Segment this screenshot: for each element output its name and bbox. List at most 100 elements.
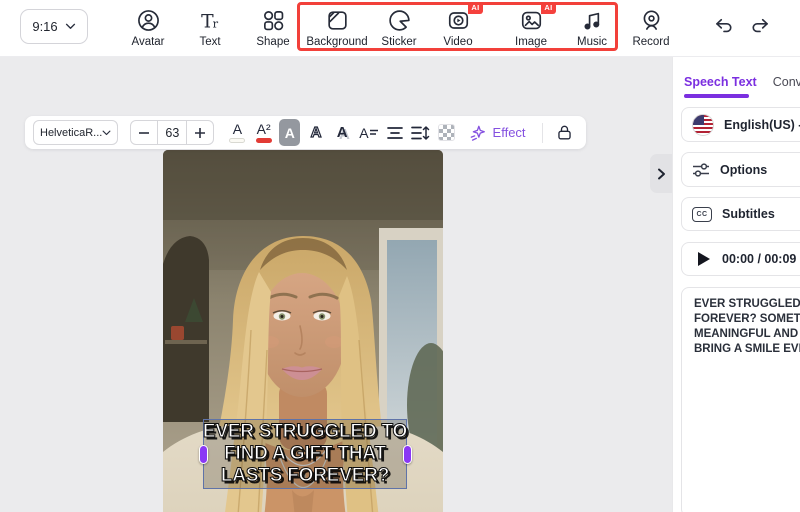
aspect-ratio-value: 9:16 (32, 19, 58, 34)
tool-avatar[interactable]: Avatar (120, 7, 176, 48)
font-color-icon: A (232, 121, 243, 138)
aspect-ratio-select[interactable]: 9:16 (20, 9, 88, 44)
spacing-lines-icon (369, 129, 378, 135)
tool-label: Music (576, 36, 608, 48)
editor-workspace: EVER STRUGGLED TO FIND A GIFT THAT LASTS… (0, 57, 672, 512)
selection-handle-right[interactable] (402, 444, 412, 464)
effect-label: Effect (492, 125, 526, 140)
tool-label: Shape (256, 36, 290, 48)
caption-text-element[interactable]: EVER STRUGGLED TO FIND A GIFT THAT LASTS… (198, 419, 412, 489)
subtitles-button[interactable]: CC Subtitles (681, 197, 800, 231)
subtitles-cc-icon: CC (692, 206, 712, 222)
font-family-select[interactable]: HelveticaR... (33, 120, 119, 145)
options-sliders-icon (693, 162, 709, 177)
tool-video[interactable]: AI Video (430, 2, 486, 48)
chevron-down-icon (65, 23, 75, 29)
audio-preview-player[interactable]: 00:00 / 00:09 (681, 242, 800, 276)
redo-button[interactable] (748, 17, 772, 39)
highlight-color-icon: A² (256, 121, 271, 138)
shape-icon (260, 7, 287, 34)
caption-line: LASTS FOREVER? (220, 465, 390, 487)
align-center-icon (386, 126, 403, 139)
lock-button[interactable] (554, 119, 575, 146)
voice-language-value: English(US) - Av (724, 117, 800, 132)
spacing-icon: A (359, 124, 369, 141)
tool-record[interactable]: Record (623, 7, 679, 48)
tool-background[interactable]: Background (302, 7, 372, 48)
panel-collapse-button[interactable] (650, 154, 672, 193)
text-spacing-button[interactable]: A (358, 119, 379, 146)
play-icon (698, 252, 710, 266)
caption-line: EVER STRUGGLED TO (202, 421, 408, 443)
tool-image[interactable]: AI Image (503, 2, 559, 48)
tool-label: Background (306, 36, 368, 48)
tool-shape[interactable]: Shape (245, 7, 301, 48)
redo-icon (752, 18, 768, 33)
video-icon: AI (445, 2, 483, 34)
tab-conversation[interactable]: Convers (773, 75, 800, 89)
options-button[interactable]: Options (681, 152, 800, 187)
record-icon (638, 7, 665, 34)
options-label: Options (720, 162, 768, 177)
speech-text-line: BRING A SMILE EVERY (694, 343, 800, 355)
fill-color-button[interactable]: A (279, 119, 301, 146)
ai-badge: AI (541, 2, 556, 14)
ai-badge: AI (468, 2, 483, 14)
transparency-button[interactable] (436, 119, 457, 146)
outline-icon: A (310, 123, 322, 141)
tab-speech-text[interactable]: Speech Text (684, 75, 757, 89)
background-icon (324, 7, 351, 34)
tool-label: Text (199, 36, 221, 48)
tool-label: Record (632, 36, 670, 48)
us-flag-icon (692, 113, 714, 136)
font-size-decrease-button[interactable] (130, 120, 159, 145)
minus-icon (139, 131, 150, 134)
plus-icon (195, 127, 206, 138)
align-center-button[interactable] (384, 119, 405, 146)
line-height-button[interactable] (410, 119, 431, 146)
subtitles-label: Subtitles (722, 207, 775, 221)
highlight-color-button[interactable]: A² (253, 119, 274, 146)
fill-color-icon: A (284, 124, 295, 141)
undo-button[interactable] (712, 17, 736, 39)
speech-text-line: MEANINGFUL AND TI (694, 328, 800, 340)
collapse-chevron-icon (657, 168, 665, 179)
history-controls (712, 17, 772, 39)
app-window: 9:16 Avatar T r Text Shape Background St… (0, 0, 800, 512)
speech-text-line: EVER STRUGGLED TO (694, 298, 800, 310)
music-icon (579, 7, 606, 34)
tool-music[interactable]: Music (564, 7, 620, 48)
font-color-button[interactable]: A (227, 119, 248, 146)
tool-label: Image (515, 36, 547, 48)
text-icon: T r (197, 7, 224, 34)
tool-text[interactable]: T r Text (182, 7, 238, 48)
shadow-icon: A (336, 124, 348, 141)
selection-handle-left[interactable] (198, 444, 208, 464)
speech-text-input[interactable]: EVER STRUGGLED TO FOREVER? SOMETHIN MEAN… (681, 287, 800, 512)
effect-sparkle-icon (470, 125, 485, 141)
image-icon: AI (518, 2, 556, 34)
undo-icon (716, 18, 732, 33)
playback-time: 00:00 / 00:09 (722, 252, 797, 266)
avatar-icon (135, 7, 162, 34)
font-size-increase-button[interactable] (186, 120, 215, 145)
effect-button[interactable]: Effect (463, 119, 531, 146)
font-size-stepper: 63 (130, 120, 215, 145)
font-family-value: HelveticaR... (40, 126, 103, 139)
caption-line: FIND A GIFT THAT (224, 443, 387, 465)
chevron-down-icon (102, 130, 111, 135)
lock-icon (558, 125, 572, 140)
svg-text:r: r (212, 16, 218, 30)
sticker-icon (386, 7, 413, 34)
transparency-icon (438, 124, 456, 141)
text-shadow-button[interactable]: A (332, 119, 353, 146)
tool-sticker[interactable]: Sticker (371, 7, 427, 48)
text-format-toolbar: HelveticaR... 63 A A² A A A A Effect (25, 116, 586, 149)
voice-language-select[interactable]: English(US) - Av (681, 107, 800, 142)
font-size-value[interactable]: 63 (158, 120, 187, 145)
tool-label: Avatar (131, 36, 165, 48)
active-tab-underline (684, 94, 749, 98)
tool-label: Sticker (381, 36, 417, 48)
tool-label: Video (443, 36, 473, 48)
text-outline-button[interactable]: A (305, 119, 326, 146)
